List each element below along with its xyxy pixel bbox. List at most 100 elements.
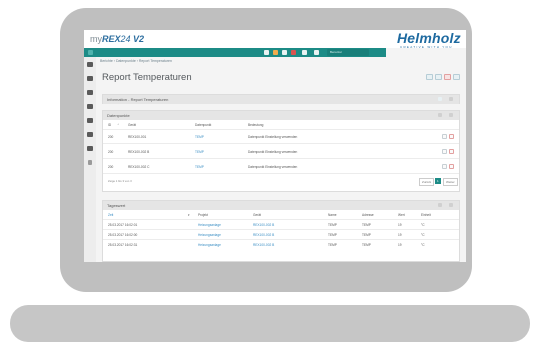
notification-icon[interactable] bbox=[264, 50, 269, 55]
dp-row-edit-button[interactable] bbox=[442, 164, 447, 169]
dv-row-name: TEMP bbox=[328, 223, 337, 227]
datapoints-refresh-icon[interactable] bbox=[438, 113, 442, 117]
alarm-bell-icon[interactable] bbox=[87, 118, 93, 123]
monitor-icon[interactable] bbox=[87, 90, 93, 95]
alarm-icon[interactable] bbox=[273, 50, 278, 55]
daily-refresh-icon[interactable] bbox=[438, 203, 442, 207]
dp-row-delete-button[interactable] bbox=[449, 134, 454, 139]
dv-row-value: 19 bbox=[398, 243, 402, 247]
dp-row-datapoint[interactable]: TEMP bbox=[195, 150, 204, 154]
page-1-button[interactable]: 1 bbox=[435, 178, 441, 184]
info-edit-icon[interactable] bbox=[438, 97, 442, 101]
col-project[interactable]: Projekt bbox=[198, 213, 208, 217]
print-button[interactable] bbox=[426, 74, 433, 80]
dp-row-datapoint[interactable]: TEMP bbox=[195, 165, 204, 169]
add-button[interactable] bbox=[435, 74, 442, 80]
dp-row-id: 200 bbox=[108, 165, 114, 169]
dv-row-value: 19 bbox=[398, 233, 402, 237]
sort-icon[interactable]: ⌃ bbox=[117, 123, 120, 127]
dp-row-edit-button[interactable] bbox=[442, 149, 447, 154]
dv-row-project[interactable]: Heizungsanlage bbox=[198, 223, 221, 227]
col-unit[interactable]: Einheit bbox=[421, 213, 431, 217]
dv-row-address: TEMP bbox=[362, 223, 371, 227]
datapoints-collapse-icon[interactable] bbox=[449, 113, 453, 117]
error-icon[interactable] bbox=[291, 50, 296, 55]
dv-row-device[interactable]: REX100-002 B bbox=[253, 243, 274, 247]
col-address[interactable]: Adresse bbox=[362, 213, 374, 217]
warning-icon[interactable] bbox=[282, 50, 287, 55]
col-time[interactable]: Zeit bbox=[108, 213, 113, 217]
prev-page-button[interactable]: Zurück bbox=[419, 178, 435, 186]
dv-row-project[interactable]: Heizungsanlage bbox=[198, 233, 221, 237]
dv-row-address: TEMP bbox=[362, 243, 371, 247]
daily-panel-title: Tageswert bbox=[107, 203, 126, 208]
page-title: Report Temperaturen bbox=[102, 72, 192, 83]
user-menu[interactable]: Benutzer bbox=[327, 49, 369, 56]
settings-icon[interactable] bbox=[87, 132, 93, 137]
info-panel: Information - Report Temperaturen bbox=[102, 94, 460, 104]
col-meaning[interactable]: Bedeutung bbox=[248, 123, 263, 127]
report-icon[interactable] bbox=[87, 104, 93, 109]
col-value[interactable]: Wert bbox=[398, 213, 405, 217]
user-icon[interactable] bbox=[87, 146, 93, 151]
row-divider bbox=[103, 143, 459, 144]
row-divider bbox=[103, 173, 459, 174]
info-collapse-icon[interactable] bbox=[449, 97, 453, 101]
dv-row-device[interactable]: REX100-002 B bbox=[253, 233, 274, 237]
col-datapoint[interactable]: Datenpunkt bbox=[195, 123, 211, 127]
helmholz-logo: Helmholz bbox=[397, 30, 461, 46]
dv-row-name: TEMP bbox=[328, 243, 337, 247]
row-divider bbox=[103, 158, 459, 159]
datapoints-panel-header: Datenpunkte bbox=[103, 111, 459, 120]
app-brand[interactable]: myREX24 V2 bbox=[90, 34, 144, 44]
info-panel-header[interactable]: Information - Report Temperaturen bbox=[103, 95, 459, 104]
header-divider bbox=[103, 219, 459, 220]
collapse-icon[interactable] bbox=[88, 160, 92, 165]
next-page-button[interactable]: Weiter bbox=[443, 178, 458, 186]
brand-number: 24 bbox=[120, 34, 131, 44]
col-device[interactable]: Gerät bbox=[253, 213, 261, 217]
brand-version: V2 bbox=[133, 34, 145, 44]
breadcrumb[interactable]: Berichte › Datenpunkte › Report Temperat… bbox=[100, 59, 172, 63]
network-icon[interactable] bbox=[87, 76, 93, 81]
header-divider bbox=[103, 129, 459, 130]
datapoints-panel-title: Datenpunkte bbox=[107, 113, 130, 118]
top-toolbar: Benutzer bbox=[84, 48, 386, 57]
datapoints-panel: Datenpunkte ID ⌃ Gerät Datenpunkt Bedeut… bbox=[102, 110, 460, 192]
dp-row-edit-button[interactable] bbox=[442, 134, 447, 139]
dp-row-delete-button[interactable] bbox=[449, 149, 454, 154]
col-id[interactable]: ID bbox=[108, 123, 111, 127]
dp-row-id: 200 bbox=[108, 150, 114, 154]
dv-row-device[interactable]: REX100-002 B bbox=[253, 223, 274, 227]
daily-collapse-icon[interactable] bbox=[449, 203, 453, 207]
dp-row-device: REX100-002 B bbox=[128, 150, 150, 154]
dv-row-unit: °C bbox=[421, 233, 425, 237]
delete-button[interactable] bbox=[444, 74, 451, 80]
dv-row-unit: °C bbox=[421, 243, 425, 247]
menu-toggle-icon[interactable] bbox=[88, 50, 93, 55]
col-name[interactable]: Name bbox=[328, 213, 337, 217]
brand-name: REX bbox=[102, 34, 121, 44]
dp-row-delete-button[interactable] bbox=[449, 164, 454, 169]
dv-row-value: 19 bbox=[398, 223, 402, 227]
home-icon[interactable] bbox=[87, 62, 93, 67]
more-button[interactable] bbox=[453, 74, 460, 80]
dv-row-name: TEMP bbox=[328, 233, 337, 237]
pagination-info: Zeige 1 bis 3 von 3 bbox=[108, 179, 132, 183]
dv-row-time: 25.03.2017 16:02:00 bbox=[108, 233, 138, 237]
dv-row-time: 25.03.2017 16:02:31 bbox=[108, 243, 138, 247]
dp-row-datapoint[interactable]: TEMP bbox=[195, 135, 204, 139]
dv-row-unit: °C bbox=[421, 223, 425, 227]
flag-icon[interactable] bbox=[314, 50, 319, 55]
dv-row-time: 25.03.2017 16:02:01 bbox=[108, 223, 138, 227]
dv-row-address: TEMP bbox=[362, 233, 371, 237]
dv-row-project[interactable]: Heizungsanlage bbox=[198, 243, 221, 247]
sidebar bbox=[84, 57, 96, 262]
dp-row-device: REX100-001 bbox=[128, 135, 147, 139]
message-icon[interactable] bbox=[302, 50, 307, 55]
dp-row-id: 200 bbox=[108, 135, 114, 139]
col-device[interactable]: Gerät bbox=[128, 123, 136, 127]
row-divider bbox=[103, 229, 459, 230]
logo-tagline: CREATIVE WITH YOU bbox=[400, 45, 453, 49]
sort-icon[interactable]: ▾ bbox=[188, 213, 190, 217]
